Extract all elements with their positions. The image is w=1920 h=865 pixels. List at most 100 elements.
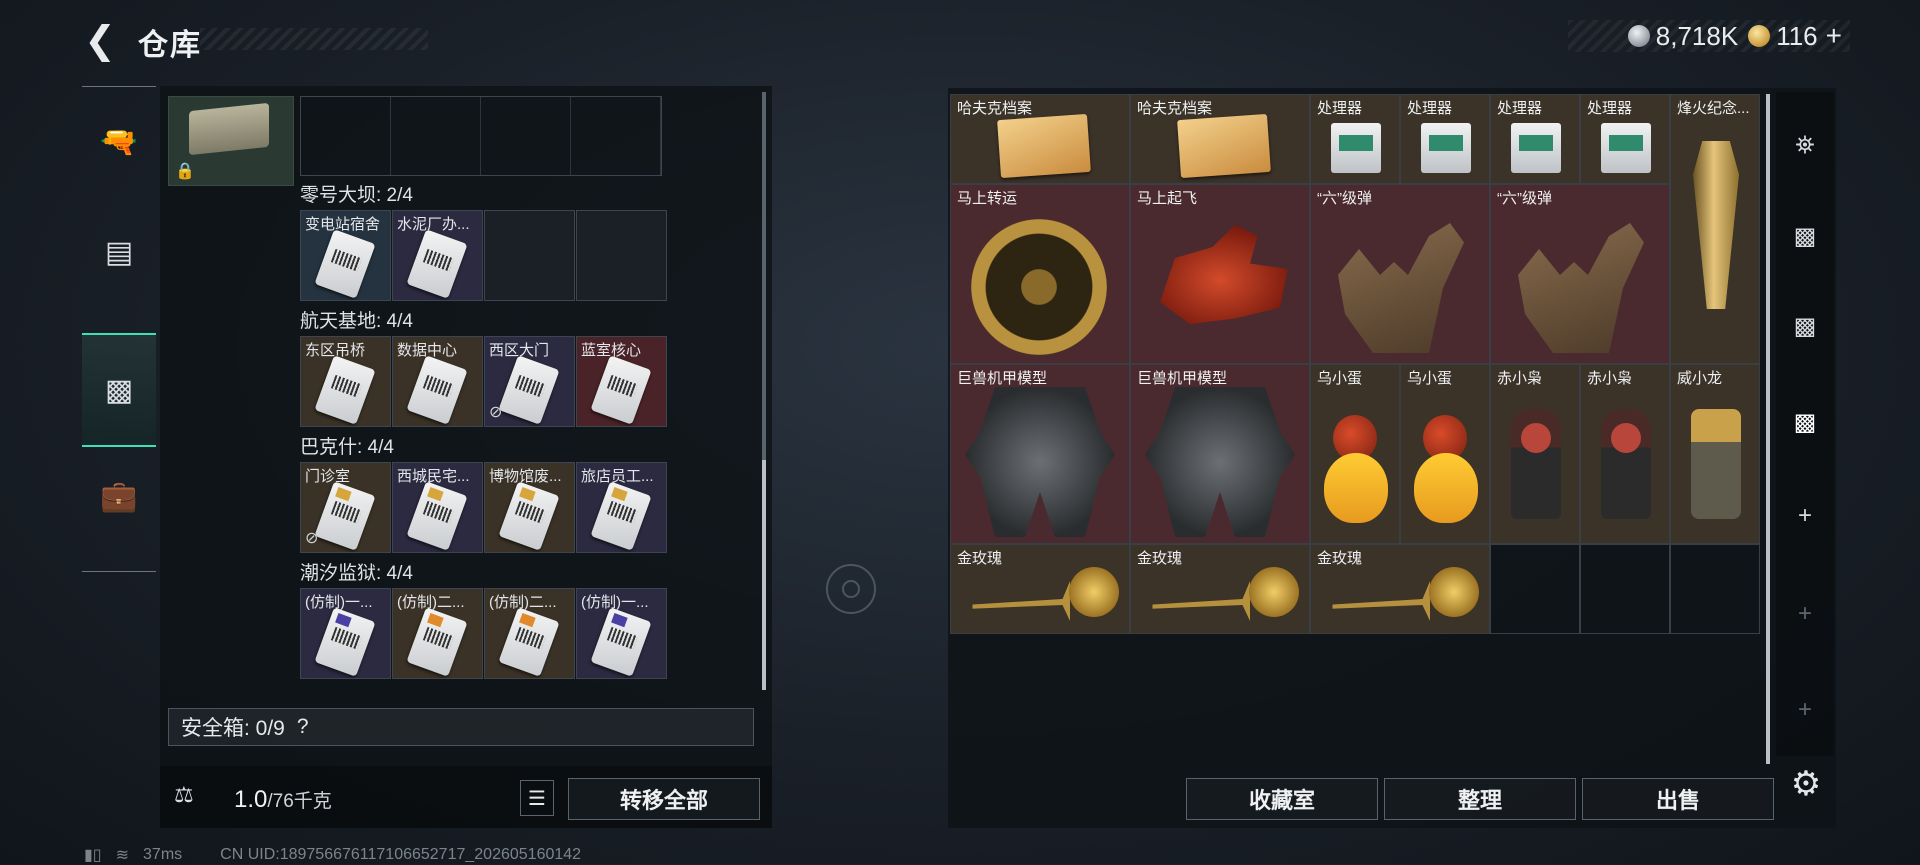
item-slot[interactable]: 烽火纪念... [1670,94,1760,364]
item-name: 乌小蛋 [1317,370,1363,387]
processor-image [1421,123,1471,173]
storage-tab-v[interactable]: ▩ [1776,196,1834,276]
v-storage-icon: ▩ [1793,222,1817,250]
key-card-slot[interactable]: (仿制)一... [300,588,391,679]
storage-tab-nav: ⛯ ▩ ▩ ▩ + + + [1776,92,1834,756]
key-card-slot[interactable]: 旅店员工... [576,462,667,553]
key-card-slot[interactable]: (仿制)一... [576,588,667,679]
key-card-slot[interactable]: 东区吊桥 [300,336,391,427]
item-slot[interactable]: 赤小枭 [1580,364,1670,544]
item-slot[interactable]: 巨兽机甲模型 [950,364,1130,544]
key-card-slot[interactable]: 水泥厂办... [392,210,483,301]
item-slot[interactable]: 哈夫克档案 [1130,94,1310,184]
empty-item-slot[interactable] [1670,544,1760,634]
weight-readout: 1.0/76千克 [234,786,332,814]
archive-folder-image [997,113,1091,179]
add-currency-button[interactable]: + [1826,20,1842,52]
archive-folder-image [1177,113,1271,179]
item-slot[interactable]: 金玫瑰 [1130,544,1310,634]
unavailable-icon: ⊘ [305,530,319,547]
item-name: 乌小蛋 [1407,370,1453,387]
help-icon[interactable]: ? [297,715,309,739]
key-card-slot[interactable]: 数据中心 [392,336,483,427]
left-scrollbar-thumb[interactable] [762,460,766,690]
page-title: 仓库 [138,29,202,62]
storage-tab-iv-active[interactable]: ▩ [1776,382,1834,462]
gold-currency[interactable]: 116 + [1748,20,1842,52]
left-category-nav: 🔫 ▤ ▩ 💼 [82,86,156,572]
vault-tab[interactable]: ⛯ [1776,106,1834,186]
item-slot[interactable]: 巨兽机甲模型 [1130,364,1310,544]
item-slot[interactable]: 处理器 [1490,94,1580,184]
status-footer: ▮▯ ≋ 37ms CN UID:18975667611710665271​7_… [84,845,581,865]
gear-icon: ⚙ [1790,765,1822,803]
red-horse-image [1160,225,1288,324]
processor-image [1331,123,1381,173]
storage-tab-iv[interactable]: ▩ [1776,286,1834,366]
key-card-slot[interactable]: 西区大门 ⊘ [484,336,575,427]
nav-storage-box[interactable]: ▩ [82,333,156,447]
item-slot[interactable]: 乌小蛋 [1400,364,1490,544]
nav-backpack[interactable]: ▤ [82,197,156,307]
item-slot[interactable]: 金玫瑰 [950,544,1130,634]
key-name: 蓝室核心 [581,342,642,359]
right-scrollbar[interactable] [1766,94,1770,764]
uid-text: CN UID:18975667611710665271​7_2026051601… [220,846,582,863]
item-name: 金玫瑰 [957,550,1003,567]
item-name: 处理器 [1587,100,1633,117]
empty-key-slot[interactable] [576,210,667,301]
item-slot[interactable]: 赤小枭 [1490,364,1580,544]
key-card-slot[interactable]: 西城民宅... [392,462,483,553]
add-storage-tab[interactable]: + [1776,476,1834,556]
item-slot[interactable]: 处理器 [1310,94,1400,184]
list-icon: ☰ [528,787,546,810]
center-crosshair-icon [826,564,876,614]
key-card-slot[interactable]: (仿制)二... [392,588,483,679]
collection-room-button[interactable]: 收藏室 [1186,778,1378,820]
item-slot[interactable]: 处理器 [1400,94,1490,184]
nav-weapons[interactable]: 🔫 [82,87,156,197]
item-slot[interactable]: “六”级弹 [1490,184,1670,364]
key-row-bakhsh: 门诊室 ⊘ 西城民宅... 博物馆废... 旅店员工... [300,462,668,553]
empty-item-slot[interactable] [1580,544,1670,634]
key-name: 水泥厂办... [397,216,470,233]
key-card-slot[interactable]: 门诊室 ⊘ [300,462,391,553]
figure-face-image [1611,423,1641,453]
item-slot[interactable]: 处理器 [1580,94,1670,184]
item-name: 处理器 [1497,100,1543,117]
item-slot[interactable]: 威小龙 [1670,364,1760,544]
item-slot[interactable]: 乌小蛋 [1310,364,1400,544]
transfer-all-button[interactable]: 转移全部 [568,778,760,820]
item-slot[interactable]: “六”级弹 [1310,184,1490,364]
sell-button[interactable]: 出售 [1582,778,1774,820]
key-card-icon [314,481,376,551]
empty-slot-row [300,96,662,176]
item-name: 威小龙 [1677,370,1723,387]
empty-key-slot[interactable] [484,210,575,301]
section-label: 航天基地: 4/4 [300,311,413,332]
backpack-icon: ▤ [104,235,134,269]
key-name: (仿制)二... [397,594,465,611]
weight-current: 1.0 [234,786,268,813]
safe-box-header[interactable]: 安全箱: 0/9 ? [168,708,754,746]
empty-item-slot[interactable] [1490,544,1580,634]
iv-storage-active-icon: ▩ [1793,408,1817,436]
key-card-slot[interactable]: (仿制)二... [484,588,575,679]
back-button[interactable]: ❮ [80,20,120,62]
settings-button[interactable]: ⚙ [1784,762,1828,806]
safe-box-label: 安全箱: 0/9 [181,717,285,740]
item-slot[interactable]: 金玫瑰 [1310,544,1490,634]
list-view-button[interactable]: ☰ [520,780,554,816]
nav-toolbox[interactable]: 💼 [82,441,156,551]
key-card-slot[interactable]: 蓝室核心 [576,336,667,427]
item-slot[interactable]: 马上转运 [950,184,1130,364]
ping-text: 37ms [143,846,183,863]
item-slot[interactable]: 马上起飞 [1130,184,1310,364]
organize-button[interactable]: 整理 [1384,778,1576,820]
item-slot[interactable]: 哈夫克档案 [950,94,1130,184]
key-card-slot[interactable]: 变电站宿舍 [300,210,391,301]
wifi-icon: ≋ [115,847,130,864]
gold-coin-icon [1748,25,1771,47]
key-card-slot[interactable]: 博物馆废... [484,462,575,553]
locked-container-item[interactable]: 🔒 [168,96,294,186]
